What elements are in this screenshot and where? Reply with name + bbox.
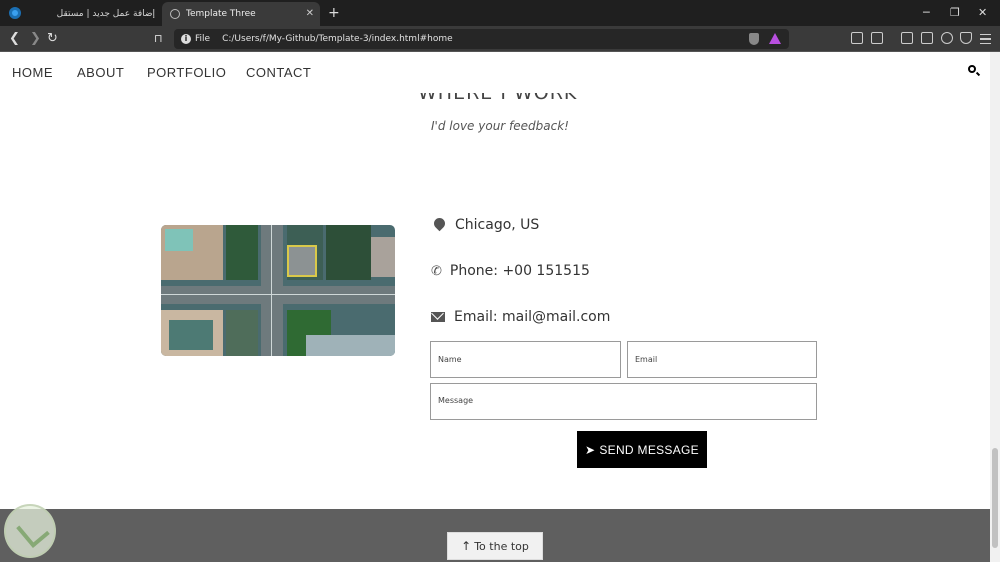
close-window-icon[interactable]: ✕ (978, 6, 987, 19)
tab-label: Template Three (186, 9, 256, 19)
tab-search-icon[interactable] (871, 32, 883, 44)
page-viewport: WHERE I WORK I'd love your feedback! HOM… (0, 52, 990, 562)
phone-text: Phone: +00 151515 (449, 263, 590, 279)
email-field[interactable] (627, 341, 817, 378)
bookmark-icon[interactable]: ⊓ (154, 32, 163, 45)
to-top-button[interactable]: ↑ To the top (447, 532, 543, 560)
watermark-logo (4, 504, 56, 558)
scrollbar-thumb[interactable] (992, 448, 998, 548)
close-tab-icon[interactable]: ✕ (306, 8, 314, 19)
page-scrollbar[interactable] (990, 52, 1000, 562)
nav-contact[interactable]: CONTACT (246, 65, 311, 80)
lane-marking (161, 294, 395, 295)
paper-plane-icon: ➤ (585, 442, 596, 457)
site-nav: HOME ABOUT PORTFOLIO CONTACT (0, 52, 990, 92)
arrow-up-icon: ↑ (461, 539, 472, 553)
tab-label: إضافة عمل جديد | مستقل (56, 9, 155, 19)
envelope-icon (431, 312, 445, 322)
city-aerial-image (161, 225, 395, 356)
minimize-icon[interactable]: ─ (923, 6, 930, 19)
tab-inactive[interactable]: إضافة عمل جديد | مستقل (40, 2, 160, 26)
send-message-button[interactable]: ➤ SEND MESSAGE (577, 431, 707, 468)
maximize-icon[interactable]: ❐ (950, 6, 960, 19)
road (261, 225, 283, 356)
nav-home[interactable]: HOME (12, 65, 53, 80)
phone-icon: ✆ (431, 263, 442, 279)
ai-icon[interactable] (941, 32, 953, 44)
nav-portfolio[interactable]: PORTFOLIO (147, 65, 226, 80)
location-text: Chicago, US (455, 217, 540, 233)
to-top-label: To the top (474, 539, 529, 553)
nav-about[interactable]: ABOUT (77, 65, 124, 80)
address-bar[interactable]: i File C:/Users/f/My-Github/Template-3/i… (174, 29, 789, 49)
extensions-icon[interactable] (851, 32, 863, 44)
section-subtitle: I'd love your feedback! (431, 119, 569, 133)
browser-toolbar: ❮ ❯ ↻ ⊓ i File C:/Users/f/My-Github/Temp… (0, 26, 1000, 52)
tab-active[interactable]: Template Three ✕ (162, 2, 320, 26)
sidebar-icon[interactable] (901, 32, 913, 44)
lane-marking (271, 225, 272, 356)
globe-icon (170, 9, 180, 19)
location-row: Chicago, US (431, 215, 540, 233)
map-pin-icon (431, 215, 448, 232)
browser-tab-strip: إضافة عمل جديد | مستقل Template Three ✕ … (0, 0, 1000, 26)
message-field[interactable] (430, 383, 817, 420)
vpn-icon[interactable] (960, 32, 972, 44)
back-icon[interactable]: ❮ (9, 31, 20, 46)
footer: ↑ To the top (0, 509, 990, 562)
wallet-icon[interactable] (921, 32, 933, 44)
brave-shield-icon[interactable] (749, 33, 759, 45)
brave-rewards-icon[interactable] (769, 33, 781, 44)
info-icon[interactable]: i (181, 34, 191, 44)
file-label: File (195, 34, 211, 44)
phone-row: ✆ Phone: +00 151515 (431, 263, 590, 279)
forward-icon[interactable]: ❯ (30, 31, 41, 46)
new-tab-icon[interactable]: + (328, 5, 340, 21)
search-icon[interactable] (968, 65, 976, 73)
email-row: Email: mail@mail.com (431, 309, 610, 325)
menu-icon[interactable] (980, 34, 991, 44)
name-field[interactable] (430, 341, 621, 378)
browser-logo-icon[interactable] (9, 7, 21, 19)
reload-icon[interactable]: ↻ (47, 31, 58, 46)
url-text[interactable]: C:/Users/f/My-Github/Template-3/index.ht… (222, 34, 453, 44)
email-text: Email: mail@mail.com (454, 309, 611, 325)
send-button-label: SEND MESSAGE (599, 442, 699, 457)
